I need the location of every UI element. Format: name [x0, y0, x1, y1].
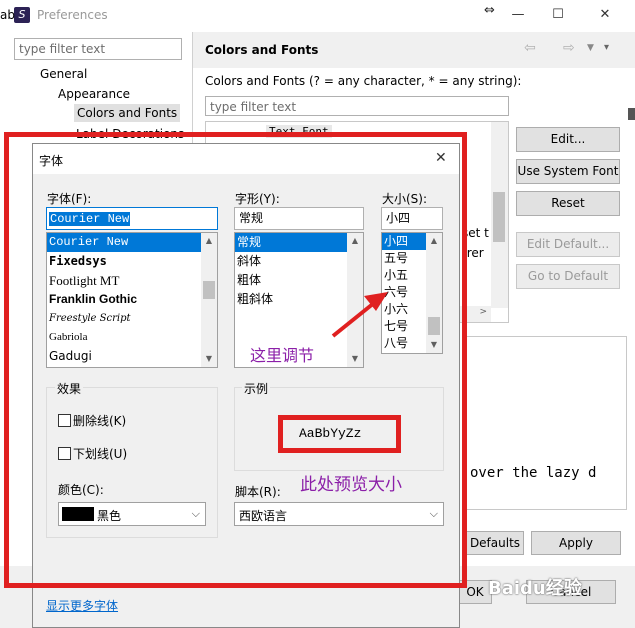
baidu-watermark: Baidu经验: [488, 578, 582, 599]
annotation-preview-size: 此处预览大小: [300, 475, 402, 495]
annotation-adjust-here: 这里调节: [250, 346, 315, 365]
annotation-arrow: [331, 292, 388, 338]
